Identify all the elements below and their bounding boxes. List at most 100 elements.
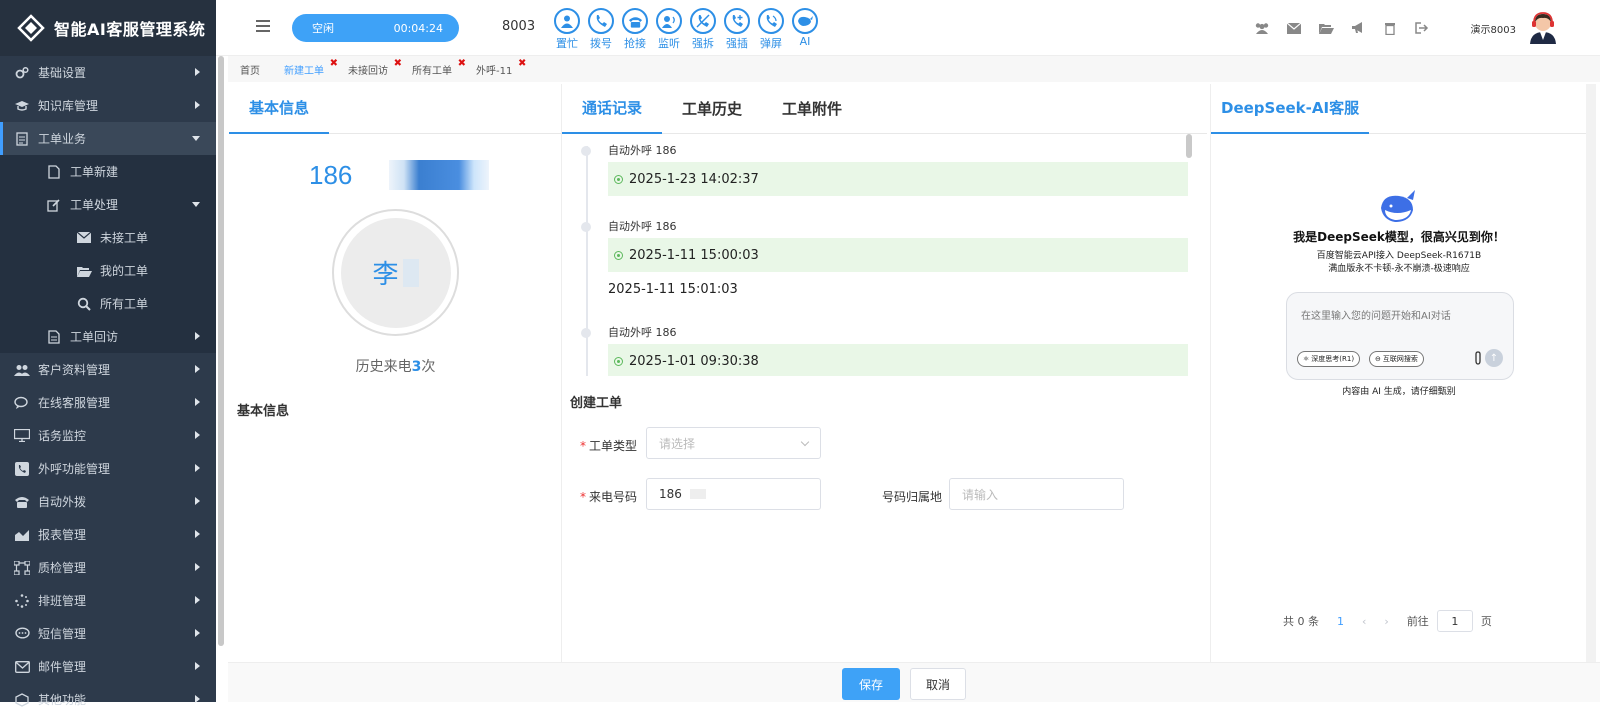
sidebar-item-outbound[interactable]: 外呼功能管理 (0, 452, 216, 485)
sidebar-item-callback[interactable]: 工单回访 (0, 320, 216, 353)
pager-page-input[interactable]: 1 (1436, 610, 1473, 632)
web-search-toggle[interactable]: ⊖ 互联网搜索 (1369, 351, 1424, 367)
caller-phone-input[interactable]: 186 (646, 478, 821, 510)
record-time-box[interactable]: 2025-1-11 15:00:03 (608, 238, 1188, 272)
processing-submenu: 未接工单 我的工单 所有工单 (0, 221, 216, 320)
tab-basic-info[interactable]: 基本信息 (229, 84, 330, 134)
sidebar-item-quality[interactable]: 质检管理 (0, 551, 216, 584)
file-text-icon (46, 329, 62, 345)
ai-greeting: 我是DeepSeek模型，很高兴见到你！ (1293, 230, 1505, 244)
redacted-phone (689, 489, 706, 499)
dial-button[interactable]: 拨号 (584, 8, 618, 51)
sidebar-item-auto-dial[interactable]: 自动外拨 (0, 485, 216, 518)
ai-chat-input[interactable]: 在这里输入您的问题开始和AI对话 ⚛ 深度思考(R1) ⊖ 互联网搜索 ↑ (1286, 292, 1514, 380)
sidebar-item-schedule[interactable]: 排班管理 (0, 584, 216, 617)
sidebar-item-basic-settings[interactable]: 基础设置 (0, 56, 216, 89)
sidebar-item-label: 邮件管理 (38, 660, 87, 674)
logo-icon (17, 14, 45, 42)
bullhorn-icon[interactable] (1350, 20, 1366, 36)
tool-label: 强插 (726, 37, 748, 50)
sidebar-item-reports[interactable]: 报表管理 (0, 518, 216, 551)
paperclip-icon[interactable] (1473, 351, 1483, 365)
tab-new-workorder[interactable]: 新建工单 ✖ (272, 56, 338, 82)
chevron-right-icon (195, 101, 200, 109)
sidebar-item-unanswered[interactable]: 未接工单 (0, 221, 216, 254)
gears-icon (14, 65, 30, 81)
tab-label: 首页 (240, 65, 260, 77)
close-icon[interactable]: ✖ (518, 58, 526, 69)
spinner-icon (14, 593, 30, 609)
region-input[interactable]: 请输入 (949, 478, 1124, 510)
comment-icon (14, 626, 30, 642)
edit-icon (46, 197, 62, 213)
ai-button[interactable]: AI (788, 8, 822, 51)
app-title: 智能AI客服管理系统 (54, 20, 206, 39)
cancel-button[interactable]: 取消 (910, 668, 966, 700)
sidebar-item-all-orders[interactable]: 所有工单 (0, 287, 216, 320)
tab-workorder-attachments[interactable]: 工单附件 (762, 84, 862, 134)
page-scrollbar[interactable] (1586, 84, 1596, 662)
busy-button[interactable]: 置忙 (550, 8, 584, 51)
sidebar-item-workorder[interactable]: 工单业务 (0, 122, 216, 155)
record-time-box[interactable]: 2025-1-23 14:02:37 (608, 162, 1188, 196)
sidebar-item-processing[interactable]: 工单处理 (0, 188, 216, 221)
send-arrow-icon[interactable]: ↑ (1485, 349, 1503, 367)
grab-call-button[interactable]: 抢接 (618, 8, 652, 51)
document-icon (14, 131, 30, 147)
popup-screen-button[interactable]: 弹屏 (754, 8, 788, 51)
sidebar-item-new-workorder[interactable]: 工单新建 (0, 155, 216, 188)
tab-call-records[interactable]: 通话记录 (562, 84, 663, 134)
folder-open-icon[interactable] (1318, 20, 1334, 36)
workorder-type-select[interactable]: 请选择 (646, 427, 821, 459)
users-icon (14, 362, 30, 378)
record-time-box[interactable]: 2025-1-01 09:30:38 (608, 344, 1188, 376)
sidebar-menu-rest: 客户资料管理 在线客服管理 话务监控 外呼功能管理 自动外拨 报表管理 质检管理… (0, 353, 216, 716)
tab-home[interactable]: 首页 (228, 56, 272, 82)
tab-deepseek[interactable]: DeepSeek-AI客服 (1211, 84, 1370, 134)
sidebar-item-other[interactable]: 其他功能 (0, 683, 216, 716)
user-icon (554, 8, 580, 34)
workorder-type-label: * 工单类型 (580, 439, 638, 453)
sidebar-item-label: 在线客服管理 (38, 396, 111, 410)
sidebar-item-monitoring[interactable]: 话务监控 (0, 419, 216, 452)
sign-out-icon[interactable] (1414, 20, 1430, 36)
tab-workorder-history[interactable]: 工单历史 (662, 84, 762, 134)
sidebar-item-sms[interactable]: 短信管理 (0, 617, 216, 650)
sidebar-item-online-service[interactable]: 在线客服管理 (0, 386, 216, 419)
deep-think-toggle[interactable]: ⚛ 深度思考(R1) (1297, 351, 1361, 367)
chevron-right-icon[interactable]: › (1384, 615, 1388, 628)
record-time: 2025-1-01 09:30:38 (629, 353, 759, 369)
envelope-icon (76, 230, 92, 246)
trash-icon[interactable] (1382, 20, 1398, 36)
barge-in-button[interactable]: 强插 (720, 8, 754, 51)
workorder-submenu-2: 工单回访 (0, 320, 216, 353)
pager-current[interactable]: 1 (1337, 615, 1344, 628)
envelope-icon[interactable] (1286, 20, 1302, 36)
sidebar-item-my-orders[interactable]: 我的工单 (0, 254, 216, 287)
chevron-left-icon[interactable]: ‹ (1362, 615, 1366, 628)
user-name[interactable]: 演示8003 (1471, 21, 1516, 36)
agent-status-pill[interactable]: 空闲 00:04:24 (292, 14, 459, 42)
force-hangup-button[interactable]: 强拆 (686, 8, 720, 51)
caller-avatar: 李 (340, 217, 451, 328)
sidebar-scroll-thumb[interactable] (218, 56, 224, 646)
tab-all-orders[interactable]: 所有工单 ✖ (400, 56, 466, 82)
sidebar-item-knowledge[interactable]: 知识库管理 (0, 89, 216, 122)
tool-label: AI (799, 35, 811, 48)
envelope-icon (14, 659, 30, 675)
tab-unanswered-callback[interactable]: 未接回访 ✖ (336, 56, 402, 82)
users-icon[interactable] (1254, 20, 1270, 36)
timeline-scrollbar[interactable] (1186, 134, 1192, 158)
hamburger-icon[interactable] (256, 20, 270, 34)
redacted-number (389, 160, 489, 190)
chevron-right-icon (195, 629, 200, 637)
avatar[interactable] (1526, 10, 1560, 44)
sidebar-scrollbar[interactable] (218, 56, 224, 646)
sidebar-item-customers[interactable]: 客户资料管理 (0, 353, 216, 386)
monitor-call-button[interactable]: 监听 (652, 8, 686, 51)
sidebar-item-email[interactable]: 邮件管理 (0, 650, 216, 683)
tab-outbound-11[interactable]: 外呼-11 ✖ (464, 56, 526, 82)
caller-phone-label: * 来电号码 (580, 490, 638, 504)
record-time: 2025-1-23 14:02:37 (629, 171, 759, 187)
save-button[interactable]: 保存 (842, 668, 900, 700)
